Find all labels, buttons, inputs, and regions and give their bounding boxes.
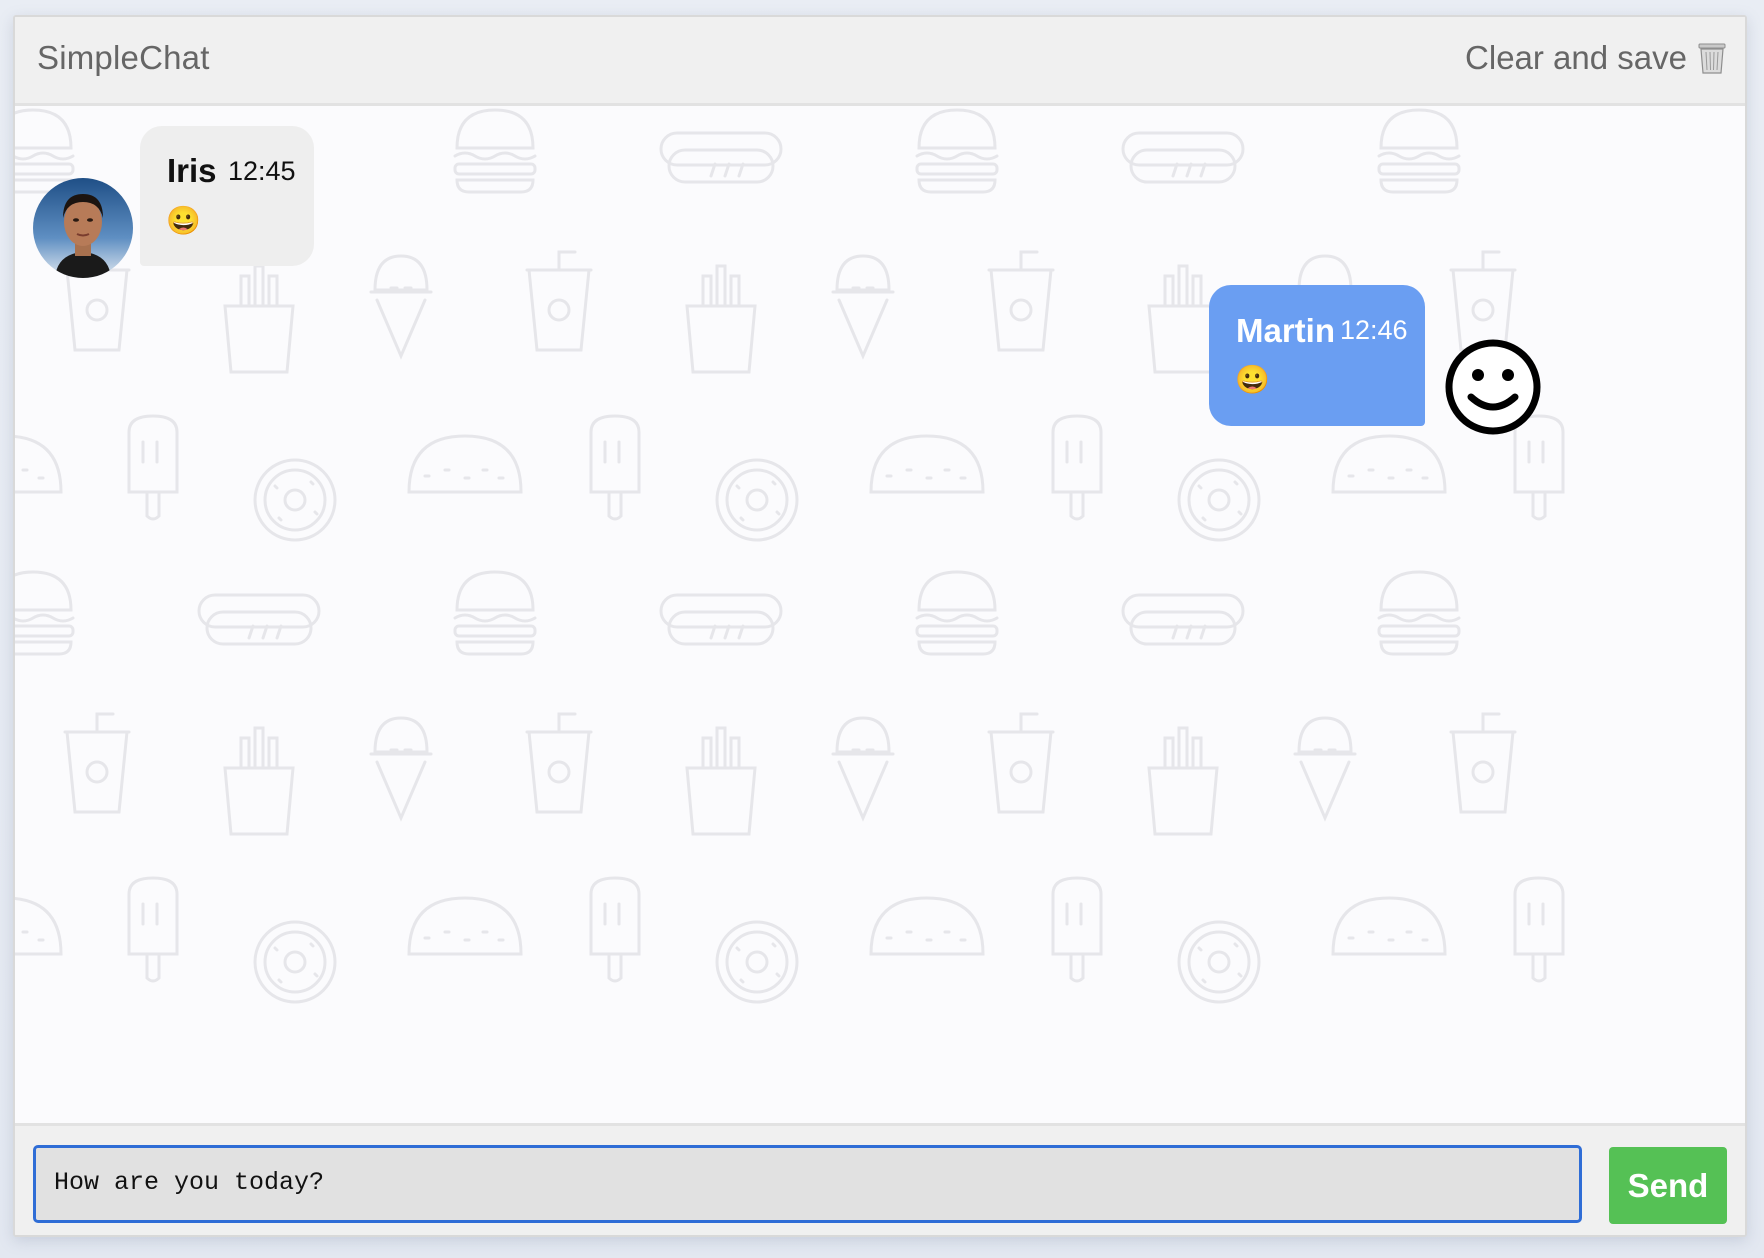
sender-name: Iris [167, 152, 217, 189]
message-time: 12:45 [228, 156, 296, 186]
clear-and-save-label: Clear and save [1465, 39, 1687, 76]
composer-bar: How are you today? Send [15, 1123, 1745, 1235]
send-button[interactable]: Send [1609, 1147, 1727, 1224]
message-bubble: Martin 12:46 😀 [1209, 285, 1425, 426]
app-title: SimpleChat [37, 39, 210, 76]
chat-window: SimpleChat Clear and save Iris 12:45 😀 M… [13, 15, 1747, 1237]
clear-and-save-button[interactable]: Clear and save [1465, 39, 1727, 77]
message-time: 12:46 [1340, 315, 1408, 345]
header-bar: SimpleChat Clear and save [15, 17, 1745, 106]
message-bubble: Iris 12:45 😀 [140, 126, 314, 266]
message-input[interactable]: How are you today? [33, 1145, 1582, 1223]
message-text: 😀 [1235, 364, 1270, 395]
avatar [1443, 337, 1543, 437]
user-photo-avatar-icon [33, 178, 133, 278]
message-row: Martin 12:46 😀 [15, 266, 1745, 436]
sender-name: Martin [1236, 312, 1335, 349]
message-row: Iris 12:45 😀 [15, 106, 1745, 278]
trash-icon [1698, 43, 1726, 74]
message-text: 😀 [166, 205, 201, 236]
message-area[interactable]: Iris 12:45 😀 Martin 12:46 😀 [15, 106, 1745, 1125]
avatar [33, 178, 133, 278]
smiley-avatar-icon [1445, 339, 1541, 435]
